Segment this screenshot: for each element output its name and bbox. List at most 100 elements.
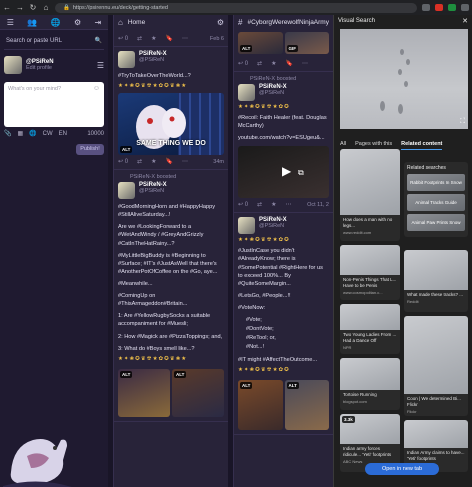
favourite-icon[interactable]: ★ (151, 35, 156, 42)
forward-icon[interactable]: → (16, 3, 24, 12)
extension-icon[interactable] (422, 4, 430, 11)
avatar[interactable] (238, 217, 255, 235)
related-searches-title: Related searches (407, 165, 446, 171)
avatar[interactable] (118, 51, 135, 68)
back-icon[interactable]: ← (3, 3, 11, 12)
status-text: #Meanwhile... (118, 280, 153, 287)
poll-icon[interactable]: ▦ (17, 130, 23, 137)
extension-icon[interactable] (448, 4, 456, 11)
menu-icon[interactable]: ☰ (7, 18, 14, 27)
alt-badge[interactable]: ALT (240, 381, 253, 389)
boost-icon[interactable]: ⇄ (257, 201, 262, 208)
people-icon[interactable]: 👥 (27, 18, 37, 27)
media-image[interactable]: GIF (284, 32, 329, 54)
avatar[interactable] (238, 84, 255, 101)
logout-icon[interactable]: ⇥ (95, 18, 102, 27)
media-image[interactable]: ALT (238, 379, 283, 430)
status-text: #VoteNow: (238, 304, 266, 311)
favourite-icon[interactable]: ★ (271, 60, 276, 67)
more-icon[interactable]: ⋯ (182, 35, 188, 42)
home-icon[interactable]: ⌂ (42, 3, 50, 12)
search-input[interactable]: Search or paste URL 🔍 (4, 32, 104, 50)
status[interactable]: PSiReN-X @PSiReN ★✦❀✪♛☢★✿✪ #JustInCase yo… (234, 213, 333, 435)
reload-icon[interactable]: ↻ (29, 3, 37, 12)
alt-badge[interactable]: ALT (120, 146, 133, 154)
result-card[interactable]: What made these tracks? ... Reddit (404, 250, 468, 312)
video-embed[interactable]: ▶ ⧉ (238, 146, 329, 199)
more-icon[interactable]: ⋯ (302, 60, 308, 67)
boost-icon[interactable]: ⇄ (137, 158, 142, 165)
alt-badge[interactable]: ALT (120, 370, 133, 378)
reply-icon[interactable]: ↩ 0 (238, 60, 248, 67)
boost-icon[interactable]: ⇄ (137, 35, 142, 42)
query-image[interactable]: ⛶ (340, 29, 468, 129)
reply-icon[interactable]: ↩ 0 (238, 201, 248, 208)
status[interactable]: PSiReN-X @PSiReN #TryToTakeOverTheWorld..… (114, 47, 228, 171)
boosted-label: PSiReN-X boosted (250, 76, 297, 82)
media-image[interactable]: ALT (172, 368, 224, 417)
status[interactable]: PSiReN-X boosted PSiReN-X @PSiReN ★✦❀✪♛☢★… (234, 72, 333, 214)
menu-icon[interactable] (461, 4, 469, 11)
vote-option: #Not...! (246, 344, 265, 351)
more-icon[interactable]: ⋯ (182, 158, 188, 165)
play-icon[interactable]: ▶ (282, 164, 291, 178)
emoji-row: ★✦❀✪♛☢★✿✪ (238, 366, 290, 373)
attach-icon[interactable]: 📎 (4, 130, 11, 137)
alt-badge[interactable]: ALT (174, 370, 187, 378)
hashtag-column: # #CyborgWerewolfNinjaArmy ALT GIF ↩ 0 ⇄… (233, 15, 333, 487)
crop-icon[interactable]: ⛶ (460, 118, 465, 126)
related-search-chip[interactable]: Animal Paw Prints Snow (407, 214, 465, 231)
result-card[interactable]: Tortoise Running blogspot.com (340, 358, 400, 410)
result-card[interactable]: Non-Penis Things That L... Have to be Pe… (340, 245, 400, 300)
favourite-icon[interactable]: ★ (271, 201, 276, 208)
open-in-new-tab-button[interactable]: Open in new tab (365, 463, 439, 475)
reply-icon[interactable]: ↩ 0 (118, 158, 128, 165)
more-icon[interactable]: ⋯ (285, 201, 291, 208)
media-image[interactable]: ALT (118, 368, 170, 417)
column-header[interactable]: ⌂ Home ⚙ (114, 15, 228, 30)
emoji-icon[interactable]: ☺ (93, 85, 100, 92)
extension-icon[interactable] (435, 4, 443, 11)
media-image[interactable]: ALT (284, 379, 329, 430)
bookmark-icon[interactable]: 🔖 (285, 60, 292, 67)
close-icon[interactable]: ✕ (462, 17, 468, 25)
related-search-chip[interactable]: Rabbit Footprints In Snow (407, 174, 465, 191)
result-card[interactable]: How does a man with no legs... www.reddi… (340, 149, 400, 241)
reply-icon[interactable]: ↩ 0 (118, 35, 128, 42)
alt-badge[interactable]: ALT (240, 45, 253, 52)
profile-box[interactable]: @PSiReN Edit profile ☰ (4, 56, 104, 74)
result-image (340, 245, 400, 275)
result-card[interactable]: Two Young Ladies From ... Had a Dance Of… (340, 304, 400, 354)
settings-icon[interactable]: ⚙ (74, 18, 81, 27)
related-search-chip[interactable]: Animal Tracks Guide (407, 194, 465, 211)
address-bar[interactable]: 🔒 https://psirennu.eu/deck/getting-starte… (55, 2, 417, 13)
status[interactable]: PSiReN-X boosted PSiReN-X @PSiReN #GoodMo… (114, 170, 228, 422)
compose-field[interactable]: What's on your mind? ☺ (4, 82, 104, 127)
status-link[interactable]: youtube.com/watch?v=ESUgeu&... (238, 134, 329, 142)
alt-badge[interactable]: ALT (286, 381, 299, 389)
handle: @PSiReN (259, 223, 285, 230)
external-link-icon[interactable]: ⧉ (298, 168, 304, 178)
tab-related-content[interactable]: Related content (401, 141, 443, 150)
column-header[interactable]: # #CyborgWerewolfNinjaArmy (234, 15, 333, 30)
language-icon[interactable]: EN (59, 131, 67, 137)
edit-profile-link[interactable]: Edit profile (26, 65, 93, 71)
boost-icon[interactable]: ⇄ (257, 60, 262, 67)
alt-badge[interactable]: GIF (286, 45, 298, 52)
globe-icon[interactable]: 🌐 (29, 130, 36, 137)
avatar[interactable] (4, 56, 22, 74)
column-settings-icon[interactable]: ⚙ (217, 18, 224, 27)
menu-icon[interactable]: ☰ (97, 61, 104, 70)
browser-toolbar: ← → ↻ ⌂ 🔒 https://psirennu.eu/deck/gettin… (0, 0, 472, 15)
cw-icon[interactable]: CW (43, 131, 53, 137)
avatar[interactable] (118, 182, 135, 200)
favourite-icon[interactable]: ★ (151, 158, 156, 165)
status-text: 1: Are #YellowRugbySocks a suitable acco… (118, 313, 211, 328)
media-image[interactable]: SAME THING WE DO ALT (118, 93, 224, 156)
bookmark-icon[interactable]: 🔖 (165, 158, 172, 165)
media-image[interactable]: ALT (238, 32, 283, 54)
bookmark-icon[interactable]: 🔖 (165, 35, 172, 42)
result-card[interactable]: Coon | We determined Bi... Flickr Flickr (404, 316, 468, 416)
globe-icon[interactable]: 🌐 (51, 18, 61, 27)
publish-button[interactable]: Publish! (76, 144, 104, 155)
